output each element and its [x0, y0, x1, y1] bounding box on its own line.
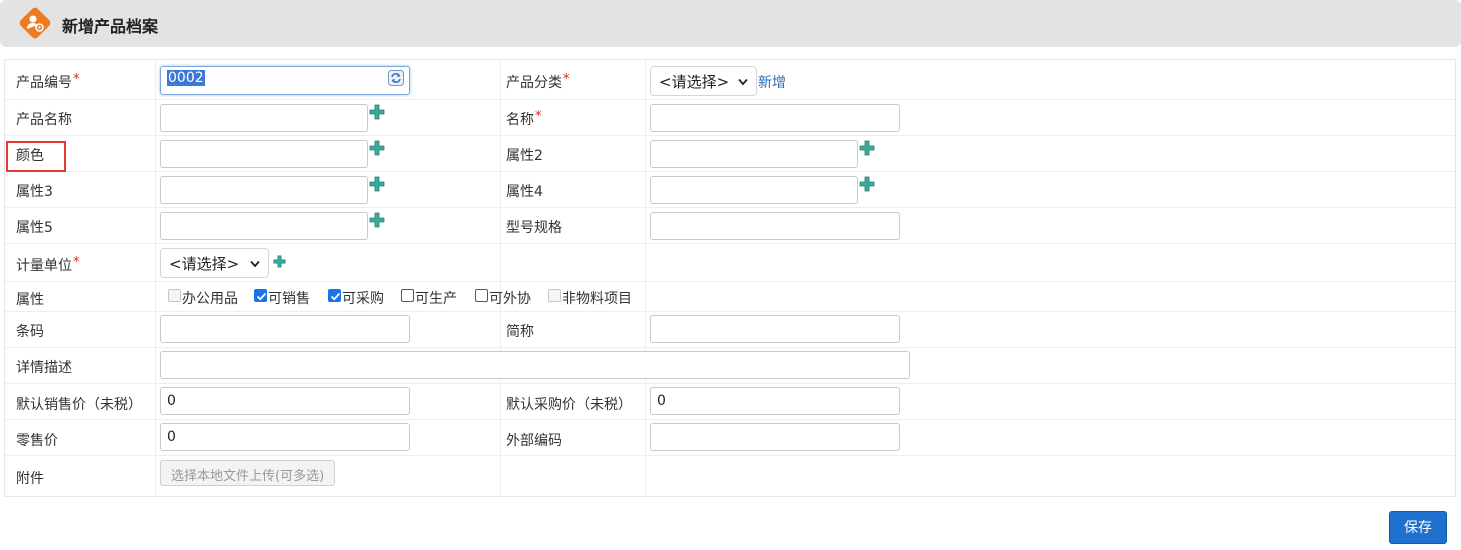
name-label: 名称*	[506, 109, 542, 128]
default-purchase-price-input[interactable]	[650, 387, 900, 415]
add-plus-icon[interactable]	[369, 140, 385, 156]
properties-label: 属性	[16, 292, 44, 308]
description-input[interactable]	[160, 351, 910, 379]
name-input[interactable]	[650, 104, 900, 132]
product-category-label: 产品分类*	[506, 72, 570, 91]
form-row: 属性 办公用品 可销售 可采购 可生产 可外协 非物料项目	[5, 282, 1455, 312]
add-plus-icon[interactable]	[273, 255, 286, 268]
form-row: 条码 简称	[5, 312, 1455, 348]
office-supplies-checkbox[interactable]	[168, 289, 181, 302]
unit-label: 计量单位*	[16, 255, 80, 274]
short-name-input[interactable]	[650, 315, 900, 343]
refresh-code-icon[interactable]	[388, 70, 404, 86]
product-code-label: 产品编号*	[16, 72, 80, 91]
form-row: 详情描述	[5, 348, 1455, 384]
sellable-checkbox[interactable]	[254, 289, 267, 302]
attr2-label: 属性2	[506, 148, 543, 164]
producible-label: 可生产	[415, 291, 457, 307]
product-name-label: 产品名称	[16, 112, 72, 128]
form-row: 默认销售价（未税） 默认采购价（未税）	[5, 384, 1455, 420]
barcode-input[interactable]	[160, 315, 410, 343]
add-plus-icon[interactable]	[859, 176, 875, 192]
save-button[interactable]: 保存	[1389, 511, 1447, 544]
default-sale-price-input[interactable]	[160, 387, 410, 415]
add-plus-icon[interactable]	[369, 212, 385, 228]
office-supplies-label: 办公用品	[182, 291, 238, 307]
attr4-input[interactable]	[650, 176, 858, 204]
color-input[interactable]	[160, 140, 368, 168]
sellable-label: 可销售	[268, 291, 310, 307]
retail-price-label: 零售价	[16, 433, 58, 449]
form-row: 属性5 型号规格	[5, 208, 1455, 244]
purchasable-checkbox[interactable]	[328, 289, 341, 302]
add-plus-icon[interactable]	[369, 176, 385, 192]
default-sale-price-label: 默认销售价（未税）	[16, 397, 142, 413]
outsourcable-checkbox[interactable]	[475, 289, 488, 302]
highlight-box	[6, 141, 66, 172]
outsourcable-label: 可外协	[489, 291, 531, 307]
product-form: 产品编号* 0002 产品分类* <请选择> 新增 产品名称 名称* 颜色 属性…	[4, 59, 1456, 497]
unit-select[interactable]: <请选择>	[160, 248, 269, 278]
external-code-label: 外部编码	[506, 433, 562, 449]
attr2-input[interactable]	[650, 140, 858, 168]
upload-files-button[interactable]: 选择本地文件上传(可多选)	[160, 460, 336, 486]
product-name-input[interactable]	[160, 104, 368, 132]
model-spec-label: 型号规格	[506, 220, 562, 236]
default-purchase-price-label: 默认采购价（未税）	[506, 397, 632, 413]
checkmark-icon	[330, 292, 341, 301]
non-material-label: 非物料项目	[562, 291, 632, 307]
checkmark-icon	[256, 292, 267, 301]
attr4-label: 属性4	[506, 184, 543, 200]
producible-checkbox[interactable]	[401, 289, 414, 302]
form-row: 零售价 外部编码	[5, 420, 1455, 456]
product-archive-icon	[19, 7, 51, 39]
chevron-down-icon	[738, 78, 748, 86]
non-material-checkbox[interactable]	[548, 289, 561, 302]
attr5-label: 属性5	[16, 220, 53, 236]
form-row: 产品名称 名称*	[5, 100, 1455, 136]
chevron-down-icon	[250, 260, 260, 268]
product-category-select[interactable]: <请选择>	[650, 66, 757, 96]
add-plus-icon[interactable]	[369, 104, 385, 120]
form-row: 颜色 属性2	[5, 136, 1455, 172]
attr3-label: 属性3	[16, 184, 53, 200]
add-plus-icon[interactable]	[859, 140, 875, 156]
page-header: 新增产品档案	[0, 0, 1461, 47]
add-category-link[interactable]: 新增	[758, 72, 786, 92]
attr5-input[interactable]	[160, 212, 368, 240]
attachment-label: 附件	[16, 471, 44, 487]
short-name-label: 简称	[506, 324, 534, 340]
model-spec-input[interactable]	[650, 212, 900, 240]
form-row: 产品编号* 0002 产品分类* <请选择> 新增	[5, 60, 1455, 100]
form-row: 附件 选择本地文件上传(可多选)	[5, 456, 1455, 497]
retail-price-input[interactable]	[160, 423, 410, 451]
form-row: 计量单位* <请选择>	[5, 244, 1455, 282]
external-code-input[interactable]	[650, 423, 900, 451]
form-row: 属性3 属性4	[5, 172, 1455, 208]
barcode-label: 条码	[16, 324, 44, 340]
attr3-input[interactable]	[160, 176, 368, 204]
product-code-input[interactable]: 0002	[160, 66, 410, 95]
page-title: 新增产品档案	[62, 17, 159, 36]
description-label: 详情描述	[16, 360, 72, 376]
purchasable-label: 可采购	[342, 291, 384, 307]
